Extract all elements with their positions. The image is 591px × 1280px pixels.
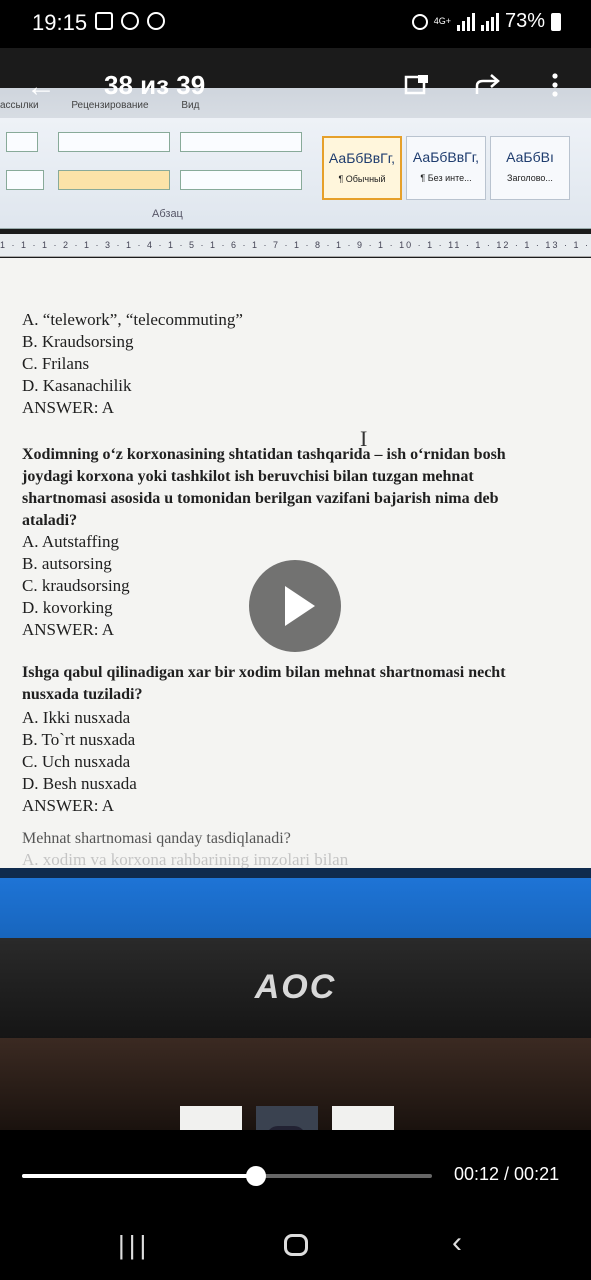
playback-time: 00:12 / 00:21 xyxy=(454,1164,560,1184)
style-preview: АаБбВвГг, xyxy=(328,150,396,166)
b3-answer: ANSWER: A xyxy=(22,796,115,815)
b1-option-c: C. Frilans xyxy=(22,354,90,373)
battery-icon xyxy=(551,12,561,31)
share-icon[interactable] xyxy=(474,72,500,98)
b2-answer: ANSWER: A xyxy=(22,620,115,639)
thumbnail-next[interactable] xyxy=(332,1106,394,1130)
media-viewer[interactable]: ассылки Рецензирование Вид Абзац АаБбВвГ… xyxy=(0,48,591,1130)
thumbnail-prev[interactable] xyxy=(180,1106,242,1130)
alarm-icon xyxy=(411,13,428,30)
seek-bar[interactable] xyxy=(22,1166,432,1186)
ribbon-group-paragraph: Абзац xyxy=(152,208,183,220)
b2-option-d: D. kovorking xyxy=(22,598,113,617)
style-preview: АаБбВвГг, xyxy=(412,149,480,165)
monitor-brand-logo: AOC xyxy=(254,968,337,1006)
notification-icons xyxy=(95,12,165,30)
spacing-shading-buttons xyxy=(180,170,302,190)
b1-option-d: D. Kasanachilik xyxy=(22,376,132,395)
signal-icon xyxy=(456,12,475,31)
play-button[interactable] xyxy=(249,560,341,652)
b4-question: Mehnat shartnomasi qanday tasdiqlanadi? xyxy=(22,830,291,847)
b2-option-b: B. autsorsing xyxy=(22,554,112,573)
b2-question-line-4: ataladi? xyxy=(22,512,78,529)
status-right: 4G+ 73% xyxy=(411,10,561,33)
more-vert-icon[interactable] xyxy=(550,72,576,98)
photo-taskbar xyxy=(0,868,591,948)
b3-question-line-1: Ishga qabul qilinadigan xar bir xodim bi… xyxy=(22,664,506,681)
chat-notification-icon xyxy=(121,12,139,30)
gallery-notification-icon xyxy=(95,12,113,30)
status-time: 19:15 xyxy=(32,10,88,35)
b1-answer: ANSWER: A xyxy=(22,398,115,417)
app-notification-icon xyxy=(147,12,165,30)
network-type: 4G+ xyxy=(433,16,451,26)
b3-option-a: A. Ikki nusxada xyxy=(22,708,131,727)
b4-option-a: A. xodim va korxona rahbarining imzolari… xyxy=(22,850,349,869)
thumbnail-strip xyxy=(180,1106,394,1130)
style-name: ¶ Без инте... xyxy=(420,173,472,183)
thumbnail-current[interactable] xyxy=(256,1106,318,1130)
back-arrow-icon[interactable]: ← xyxy=(26,70,56,104)
style-name: ¶ Обычный xyxy=(338,174,386,184)
b2-option-c: C. kraudsorsing xyxy=(22,576,130,595)
b1-option-b: B. Kraudsorsing xyxy=(22,332,134,351)
align-buttons xyxy=(58,170,170,190)
list-buttons xyxy=(58,132,170,152)
style-normal: АаБбВвГг, ¶ Обычный xyxy=(322,136,402,200)
b3-question-line-2: nusxada tuziladi? xyxy=(22,686,143,703)
font-color-icon xyxy=(6,170,44,190)
battery-percent: 73% xyxy=(504,10,545,32)
recent-apps-icon[interactable]: ||| xyxy=(118,1230,150,1261)
signal-2-icon xyxy=(480,12,499,31)
b3-option-b: B. To`rt nusxada xyxy=(22,730,136,749)
nav-back-icon[interactable]: ‹ xyxy=(452,1226,462,1260)
b2-question-line-3: shartnomasi asosida u tomonidan berilgan… xyxy=(22,490,499,507)
indent-sort-buttons xyxy=(180,132,302,152)
b3-option-d: D. Besh nusxada xyxy=(22,774,137,793)
style-heading: АаБбВı Заголово... xyxy=(490,136,570,200)
cast-icon[interactable] xyxy=(404,72,430,98)
style-preview: АаБбВı xyxy=(506,149,554,165)
text-cursor-icon: I xyxy=(360,426,368,451)
play-icon xyxy=(285,586,315,626)
b2-option-a: A. Autstaffing xyxy=(22,532,119,551)
seek-bar-progress xyxy=(22,1174,257,1178)
b2-question-line-2: joydagi korxona yoki tashkilot ish beruv… xyxy=(22,468,474,485)
b1-option-a: A. “telework”, “telecommuting” xyxy=(22,310,243,329)
styles-gallery: АаБбВвГг, ¶ Обычный АаБбВвГг, ¶ Без инте… xyxy=(322,136,570,200)
media-counter: 38 из 39 xyxy=(104,70,206,100)
format-painter-icon xyxy=(6,132,38,152)
b3-option-c: C. Uch nusxada xyxy=(22,752,131,771)
status-bar: 19:15 4G+ 73% xyxy=(0,0,591,48)
system-nav-bar: ||| ‹ xyxy=(0,1210,591,1280)
playback-controls: 00:12 / 00:21 xyxy=(0,1130,591,1210)
b2-question-line-1: Xodimning o‘z korxonasining shtatidan ta… xyxy=(22,446,506,463)
seek-bar-thumb[interactable] xyxy=(246,1166,267,1186)
home-icon[interactable] xyxy=(284,1234,308,1256)
style-name: Заголово... xyxy=(507,173,553,183)
viewer-top-bar: ← 38 из 39 xyxy=(0,48,591,124)
ruler: 1 · 1 · 1 · 2 · 1 · 3 · 1 · 4 · 1 · 5 · … xyxy=(0,234,591,272)
style-no-spacing: АаБбВвГг, ¶ Без инте... xyxy=(406,136,486,200)
